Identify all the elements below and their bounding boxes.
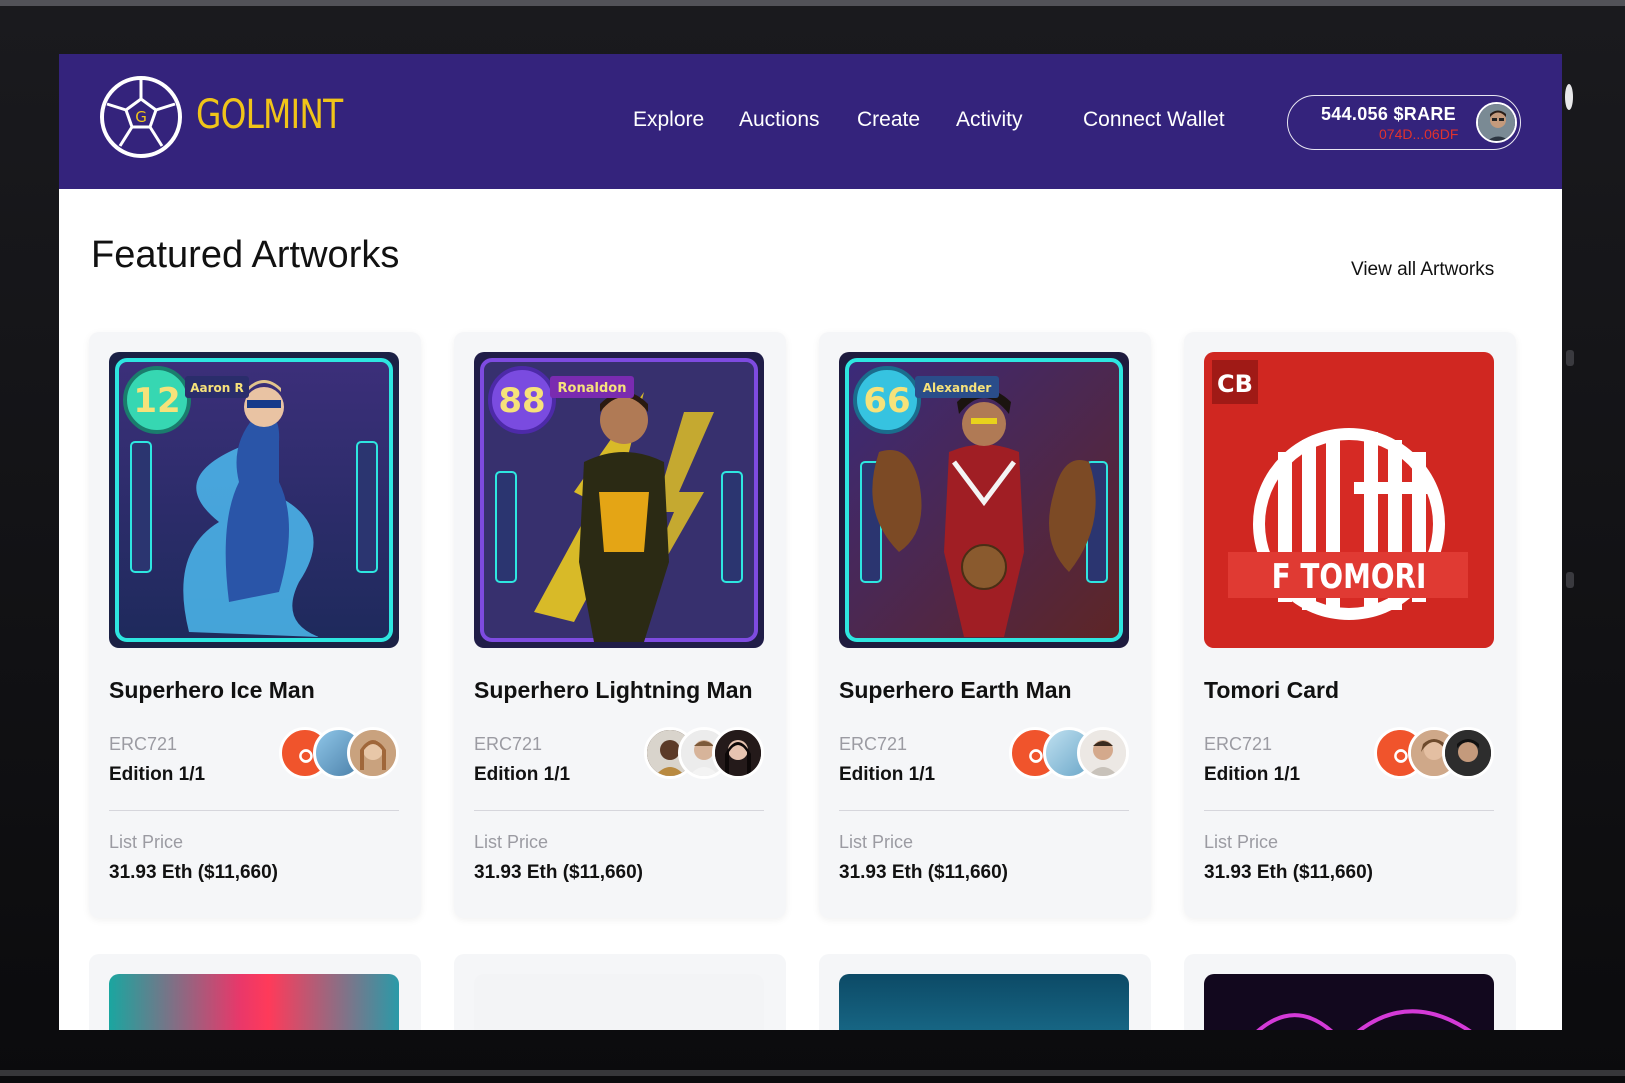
svg-text:66: 66 [863, 381, 910, 421]
nav-activity[interactable]: Activity [956, 108, 1023, 132]
token-standard: ERC721 [1204, 734, 1273, 754]
price-label: List Price [109, 832, 184, 852]
edition-count: Edition 1/1 [839, 764, 936, 785]
divider [839, 810, 1129, 811]
artwork-card[interactable]: 88 Ronaldon Superhero Lightning Man ERC7… [454, 332, 786, 918]
device-button [1566, 572, 1574, 588]
artwork-card[interactable] [89, 954, 421, 1030]
artwork-title[interactable]: Superhero Ice Man [109, 677, 315, 704]
token-standard: ERC721 [839, 734, 908, 754]
device-edge [0, 0, 1625, 6]
artwork-image[interactable]: 88 Ronaldon [474, 352, 764, 648]
svg-text:88: 88 [498, 381, 545, 421]
token-standard: ERC721 [474, 734, 543, 754]
owner-avatars: ഠ [279, 727, 399, 779]
svg-text:CB: CB [1217, 370, 1253, 398]
brand-name[interactable]: GOLMINT [196, 92, 343, 138]
artwork-title[interactable]: Superhero Lightning Man [474, 677, 753, 704]
user-avatar[interactable] [1476, 102, 1517, 143]
token-standard: ERC721 [109, 734, 178, 754]
svg-text:ഠ: ഠ [298, 743, 314, 768]
svg-text:G: G [135, 108, 147, 126]
list-price: 31.93 Eth ($11,660) [109, 862, 278, 883]
device-edge [0, 1070, 1625, 1076]
list-price: 31.93 Eth ($11,660) [1204, 862, 1373, 883]
wallet-pill[interactable]: 544.056 $RARE 074D...06DF [1287, 95, 1521, 150]
divider [474, 810, 764, 811]
connect-wallet-link[interactable]: Connect Wallet [1083, 108, 1225, 132]
nav-create[interactable]: Create [857, 108, 920, 132]
price-label: List Price [1204, 832, 1279, 852]
artwork-image[interactable]: CB F TOMORI [1204, 352, 1494, 648]
artwork-title[interactable]: Tomori Card [1204, 677, 1339, 704]
app-screen: G GOLMINT Explore Auctions Create Activi… [59, 54, 1562, 1030]
artwork-card[interactable] [819, 954, 1151, 1030]
avatar[interactable] [1442, 727, 1494, 779]
avatar[interactable] [1077, 727, 1129, 779]
owner-avatars: ഠ [1374, 727, 1494, 779]
edition-count: Edition 1/1 [474, 764, 571, 785]
artwork-card[interactable]: 66 Alexander Superhero Earth Man ERC721 … [819, 332, 1151, 918]
artwork-image[interactable] [1204, 974, 1494, 1030]
wallet-balance: 544.056 $RARE [1321, 104, 1456, 124]
list-price: 31.93 Eth ($11,660) [474, 862, 643, 883]
artwork-card[interactable] [1184, 954, 1516, 1030]
page-title: Featured Artworks [91, 234, 400, 276]
device-button [1566, 350, 1574, 366]
device-camera [1565, 84, 1573, 110]
soccer-ball-logo-icon[interactable]: G [99, 75, 183, 159]
svg-text:12: 12 [133, 381, 180, 421]
svg-text:F TOMORI: F TOMORI [1272, 557, 1427, 596]
edition-count: Edition 1/1 [109, 764, 206, 785]
artwork-title[interactable]: Superhero Earth Man [839, 677, 1072, 704]
edition-count: Edition 1/1 [1204, 764, 1301, 785]
top-header: G GOLMINT Explore Auctions Create Activi… [59, 54, 1562, 189]
avatar[interactable] [712, 727, 764, 779]
nav-auctions[interactable]: Auctions [739, 108, 820, 132]
price-label: List Price [474, 832, 549, 852]
owner-avatars [644, 727, 764, 779]
artwork-image[interactable] [839, 974, 1129, 1030]
artwork-card[interactable] [454, 954, 786, 1030]
artwork-image[interactable]: 66 Alexander [839, 352, 1129, 648]
owner-avatars: ഠ [1009, 727, 1129, 779]
price-label: List Price [839, 832, 914, 852]
svg-text:Alexander: Alexander [923, 381, 992, 395]
svg-text:Aaron R: Aaron R [190, 381, 244, 395]
divider [109, 810, 399, 811]
list-price: 31.93 Eth ($11,660) [839, 862, 1008, 883]
nav-explore[interactable]: Explore [633, 108, 704, 132]
artwork-image[interactable]: 12 Aaron R [109, 352, 399, 648]
artwork-card[interactable]: CB F TOMORI Tomori Card ERC721 Edition 1… [1184, 332, 1516, 918]
artwork-image[interactable] [109, 974, 399, 1030]
avatar[interactable] [347, 727, 399, 779]
artwork-image[interactable] [474, 974, 764, 1030]
view-all-artworks-link[interactable]: View all Artworks [1351, 259, 1494, 281]
svg-text:ഠ: ഠ [1028, 743, 1044, 768]
svg-text:Ronaldon: Ronaldon [558, 381, 627, 396]
wallet-address: 074D...06DF [1379, 126, 1459, 142]
artwork-card[interactable]: 12 Aaron R Superhero Ice Man ERC721 Edit… [89, 332, 421, 918]
svg-text:ഠ: ഠ [1393, 743, 1409, 768]
divider [1204, 810, 1494, 811]
